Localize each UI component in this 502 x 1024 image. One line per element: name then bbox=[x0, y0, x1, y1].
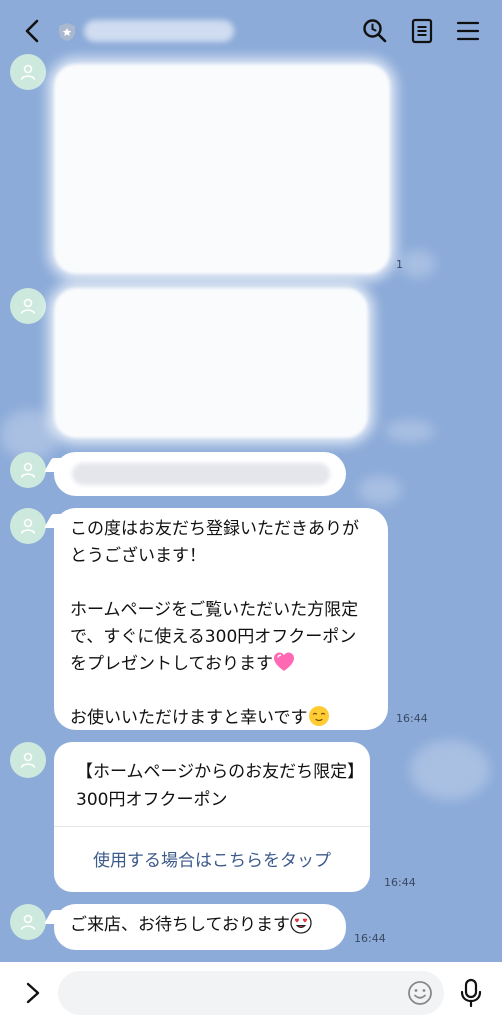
message-time: 16:44 bbox=[396, 712, 428, 725]
coupon-card[interactable]: 【ホームページからのお友だち限定】300円オフクーポン 使用する場合はこちらをタ… bbox=[54, 742, 370, 892]
divider bbox=[54, 826, 370, 827]
coupon-title: 【ホームページからのお友だち限定】300円オフクーポン bbox=[76, 762, 365, 810]
background-cloud bbox=[410, 740, 490, 800]
message-input-bar bbox=[0, 962, 502, 1024]
message-input[interactable] bbox=[58, 971, 444, 1015]
message-bubble-hidden[interactable] bbox=[54, 288, 368, 438]
heart-eyes-emoji-icon bbox=[290, 912, 312, 934]
chat-title bbox=[84, 20, 234, 42]
message-time: 16:44 bbox=[384, 876, 416, 889]
search-icon[interactable] bbox=[362, 18, 388, 44]
menu-icon[interactable] bbox=[455, 18, 481, 44]
avatar[interactable] bbox=[10, 54, 46, 90]
background-cloud bbox=[385, 420, 435, 442]
read-count: 1 bbox=[396, 258, 403, 271]
person-icon bbox=[20, 518, 36, 534]
avatar[interactable] bbox=[10, 508, 46, 544]
person-icon bbox=[20, 914, 36, 930]
person-icon bbox=[20, 462, 36, 478]
avatar[interactable] bbox=[10, 742, 46, 778]
chevron-right-icon[interactable] bbox=[22, 980, 44, 1006]
redacted-text bbox=[72, 463, 330, 485]
background-cloud bbox=[358, 476, 402, 504]
background-cloud bbox=[400, 250, 436, 278]
relieved-face-emoji-icon bbox=[308, 706, 329, 726]
microphone-icon[interactable] bbox=[458, 978, 484, 1008]
avatar[interactable] bbox=[10, 904, 46, 940]
message-bubble-hidden[interactable] bbox=[54, 452, 346, 496]
shield-icon bbox=[59, 23, 75, 41]
person-icon bbox=[20, 64, 36, 80]
notes-icon[interactable] bbox=[409, 18, 435, 44]
chat-header bbox=[0, 0, 502, 62]
message-text: お使いいただけますと幸いです bbox=[70, 708, 308, 728]
message-text: ご来店、お待ちしております bbox=[70, 915, 290, 935]
person-icon bbox=[20, 298, 36, 314]
message-time: 16:44 bbox=[354, 932, 386, 945]
message-bubble[interactable]: ご来店、お待ちしております bbox=[54, 904, 346, 950]
avatar[interactable] bbox=[10, 452, 46, 488]
message-bubble-hidden[interactable] bbox=[54, 64, 390, 274]
person-icon bbox=[20, 752, 36, 768]
sparkling-heart-emoji-icon bbox=[273, 652, 294, 671]
avatar[interactable] bbox=[10, 288, 46, 324]
coupon-use-link[interactable]: 使用する場合はこちらをタップ bbox=[54, 848, 370, 875]
chevron-left-icon[interactable] bbox=[18, 16, 48, 46]
message-text: この度はお友だち登録いただきありがとうございます！ ホームページをご覧いただいた… bbox=[70, 519, 359, 674]
smiley-icon[interactable] bbox=[405, 978, 435, 1008]
message-bubble[interactable]: この度はお友だち登録いただきありがとうございます！ ホームページをご覧いただいた… bbox=[54, 508, 388, 730]
